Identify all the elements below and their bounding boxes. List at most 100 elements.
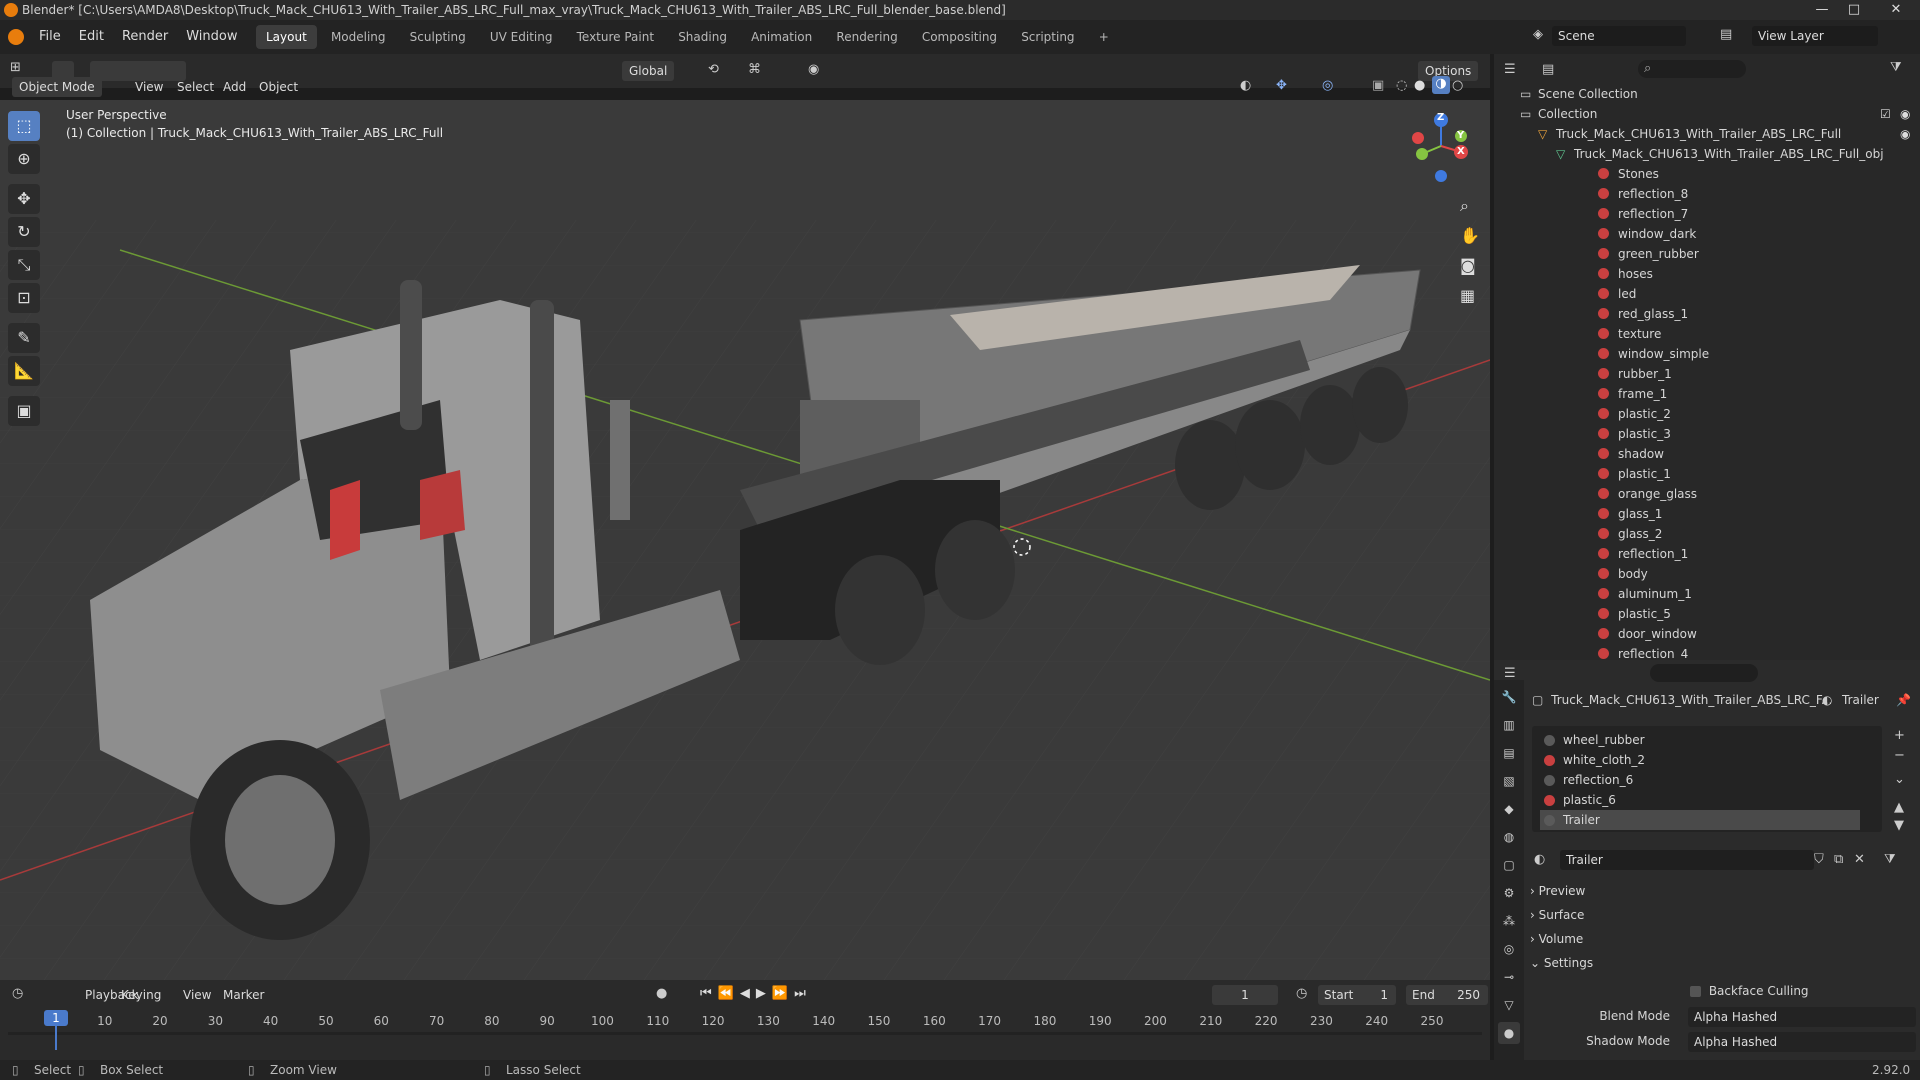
slot-menu-icon[interactable]: ⌄	[1894, 772, 1905, 787]
gizmo-toggle-icon[interactable]: ✥	[1276, 78, 1287, 93]
add-workspace-button[interactable]: +	[1089, 25, 1119, 49]
render-tab-icon[interactable]: ▥	[1498, 714, 1520, 736]
shadow-mode-dropdown[interactable]: Alpha Hashed	[1688, 1032, 1916, 1052]
minimize-button[interactable]: —	[1808, 0, 1836, 20]
outliner-material-row[interactable]: body	[1494, 564, 1920, 584]
measure-tool-icon[interactable]: 📐	[8, 356, 40, 386]
eye-icon[interactable]: ◉	[1900, 104, 1910, 124]
unlink-material-icon[interactable]: ✕	[1854, 852, 1865, 867]
backface-culling-checkbox[interactable]	[1690, 986, 1701, 997]
menu-render[interactable]: Render	[113, 20, 177, 54]
eye-icon[interactable]: ◉	[1900, 124, 1910, 144]
section-settings[interactable]: ⌄ Settings	[1530, 951, 1593, 975]
outliner-material-row[interactable]: hoses	[1494, 264, 1920, 284]
perspective-toggle-icon[interactable]: ▦	[1460, 286, 1475, 305]
overlays-icon[interactable]: ◎	[1322, 78, 1333, 93]
filter-icon[interactable]: ⧩	[1890, 60, 1902, 75]
tab-scripting[interactable]: Scripting	[1011, 25, 1084, 49]
pan-hand-icon[interactable]: ✋	[1460, 226, 1480, 245]
rendered-shading-icon[interactable]: ○	[1452, 78, 1463, 93]
preview-range-icon[interactable]: ◷	[1296, 986, 1307, 1001]
add-cube-tool-icon[interactable]: ▣	[8, 396, 40, 426]
output-tab-icon[interactable]: ▤	[1498, 742, 1520, 764]
add-slot-button[interactable]: +	[1894, 728, 1905, 743]
outliner-material-row[interactable]: reflection_8	[1494, 184, 1920, 204]
outliner-material-row[interactable]: window_simple	[1494, 344, 1920, 364]
section-volume[interactable]: › Volume	[1530, 927, 1583, 951]
outliner-mesh[interactable]: ▽ Truck_Mack_CHU613_With_Trailer_ABS_LRC_…	[1494, 144, 1920, 164]
maximize-button[interactable]: □	[1840, 0, 1868, 20]
material-filter-icon[interactable]: ⧩	[1884, 852, 1896, 867]
outliner-material-row[interactable]: rubber_1	[1494, 364, 1920, 384]
backface-culling-option[interactable]: Backface Culling	[1690, 984, 1809, 998]
current-frame-field[interactable]: 1	[1212, 985, 1278, 1005]
material-tab-icon[interactable]: ●	[1498, 1022, 1520, 1044]
outliner-material-row[interactable]: glass_2	[1494, 524, 1920, 544]
rotate-tool-icon[interactable]: ↻	[8, 217, 40, 247]
blend-mode-dropdown[interactable]: Alpha Hashed	[1688, 1007, 1916, 1027]
outliner-material-row[interactable]: plastic_3	[1494, 424, 1920, 444]
select-box-tool-icon[interactable]: ⬚	[8, 111, 40, 141]
3d-viewport[interactable]: User Perspective (1) Collection | Truck_…	[0, 100, 1490, 980]
move-tool-icon[interactable]: ✥	[8, 184, 40, 214]
properties-editor-type-icon[interactable]: ☰	[1504, 666, 1516, 681]
move-slot-down-icon[interactable]: ▼	[1894, 818, 1904, 833]
view-layer-icon[interactable]: ▤	[1720, 27, 1732, 42]
outliner-editor-type-icon[interactable]: ☰	[1504, 62, 1516, 77]
exclude-checkbox[interactable]: ☑	[1880, 104, 1891, 124]
tab-uv-editing[interactable]: UV Editing	[480, 25, 563, 49]
section-surface[interactable]: › Surface	[1530, 903, 1584, 927]
outliner-scene-collection[interactable]: ▭ Scene Collection	[1494, 84, 1920, 104]
transform-tool-icon[interactable]: ⊡	[8, 283, 40, 313]
tab-compositing[interactable]: Compositing	[912, 25, 1007, 49]
outliner-material-row[interactable]: frame_1	[1494, 384, 1920, 404]
cursor-tool-icon[interactable]: ⊕	[8, 144, 40, 174]
playback-controls[interactable]: ⏮⏪◀▶⏩⏭	[700, 986, 812, 1001]
viewport-menu-object[interactable]: Object	[252, 76, 305, 98]
view-layer-tab-icon[interactable]: ▧	[1498, 770, 1520, 792]
tab-shading[interactable]: Shading	[668, 25, 737, 49]
record-icon[interactable]: ●	[656, 986, 667, 1001]
outliner-material-row[interactable]: texture	[1494, 324, 1920, 344]
outliner-material-row[interactable]: red_glass_1	[1494, 304, 1920, 324]
fake-user-icon[interactable]: ⛉	[1814, 852, 1824, 867]
outliner-material-row[interactable]: reflection_7	[1494, 204, 1920, 224]
object-mode-dropdown[interactable]: Object Mode	[12, 77, 102, 97]
outliner-material-row[interactable]: plastic_5	[1494, 604, 1920, 624]
constraints-tab-icon[interactable]: ⊸	[1498, 966, 1520, 988]
tab-rendering[interactable]: Rendering	[826, 25, 907, 49]
tool-tab-icon[interactable]: 🔧	[1498, 686, 1520, 708]
tab-layout[interactable]: Layout	[256, 25, 317, 49]
start-frame-field[interactable]: Start 1	[1318, 985, 1396, 1005]
timeline-menu-marker[interactable]: Marker	[216, 984, 271, 1006]
menu-edit[interactable]: Edit	[70, 20, 113, 54]
outliner-material-row[interactable]: door_window	[1494, 624, 1920, 644]
data-tab-icon[interactable]: ▽	[1498, 994, 1520, 1016]
zoom-icon[interactable]: ⌕	[1460, 196, 1469, 216]
xray-icon[interactable]: ▣	[1372, 78, 1384, 93]
navigation-gizmo[interactable]: Z Y X	[1406, 110, 1476, 186]
new-material-icon[interactable]: ⧉	[1834, 852, 1843, 867]
close-button[interactable]: ✕	[1878, 0, 1914, 20]
object-tab-icon[interactable]: ▢	[1498, 854, 1520, 876]
modifier-tab-icon[interactable]: ⚙	[1498, 882, 1520, 904]
scene-selector[interactable]: Scene	[1552, 26, 1686, 46]
outliner-material-row[interactable]: orange_glass	[1494, 484, 1920, 504]
menu-window[interactable]: Window	[177, 20, 246, 54]
pin-icon[interactable]: 📌	[1896, 690, 1911, 710]
outliner-search-input[interactable]: ⌕	[1638, 60, 1746, 78]
viewport-menu-add[interactable]: Add	[216, 76, 253, 98]
viewport-menu-view[interactable]: View	[128, 76, 170, 98]
scene-icon[interactable]: ◈	[1528, 27, 1548, 47]
world-tab-icon[interactable]: ◍	[1498, 826, 1520, 848]
timeline-editor-type-icon[interactable]: ◷	[12, 986, 23, 1001]
viewport-menu-select[interactable]: Select	[170, 76, 221, 98]
annotate-tool-icon[interactable]: ✎	[8, 323, 40, 353]
outliner-material-row[interactable]: green_rubber	[1494, 244, 1920, 264]
material-slot[interactable]: wheel_rubber	[1540, 730, 1860, 750]
wireframe-shading-icon[interactable]: ◌	[1396, 78, 1407, 93]
end-frame-field[interactable]: End 250	[1406, 985, 1488, 1005]
tab-texture-paint[interactable]: Texture Paint	[567, 25, 664, 49]
outliner-collection[interactable]: ▭ Collection ☑ ◉	[1494, 104, 1920, 124]
remove-slot-button[interactable]: −	[1894, 748, 1905, 763]
